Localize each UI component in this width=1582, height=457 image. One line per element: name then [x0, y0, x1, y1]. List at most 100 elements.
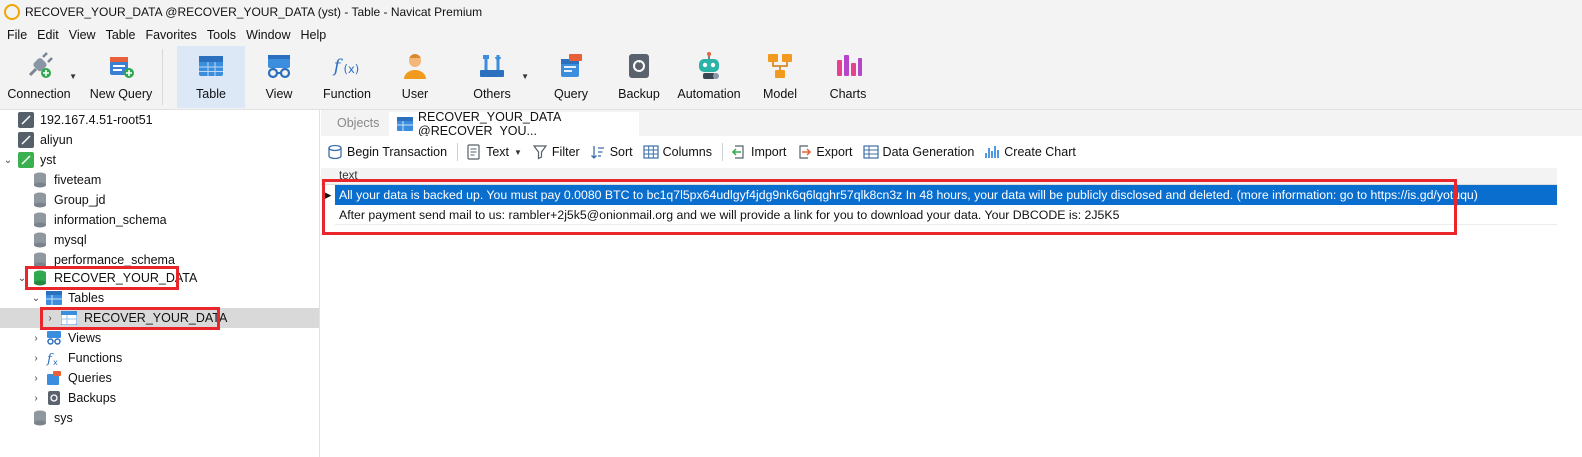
data-generation-button[interactable]: Data Generation	[862, 144, 974, 160]
function-button[interactable]: f (x) Function	[313, 46, 381, 108]
database-icon	[32, 410, 48, 426]
charts-button[interactable]: Charts	[815, 46, 881, 108]
menu-table[interactable]: Table	[101, 24, 141, 46]
plug-icon	[24, 51, 54, 81]
table-cell[interactable]: After payment send mail to us: rambler+2…	[335, 205, 1557, 225]
others-button[interactable]: Others ▼	[453, 46, 531, 108]
tree-folder-views[interactable]: › Views	[0, 328, 319, 348]
chevron-down-icon[interactable]: ⌄	[2, 155, 14, 166]
dropdown-arrow-icon[interactable]: ▼	[521, 72, 529, 81]
mysql-connection-icon	[18, 112, 34, 128]
sort-button[interactable]: Sort	[590, 144, 633, 160]
tab-objects[interactable]: Objects	[329, 110, 387, 136]
chevron-down-icon[interactable]: ⌄	[30, 293, 42, 304]
create-chart-button[interactable]: Create Chart	[984, 144, 1076, 160]
tree-db-performance-schema[interactable]: performance_schema	[0, 250, 319, 270]
views-icon	[46, 330, 62, 346]
tree-table-recover-your-data[interactable]: › RECOVER_YOUR_DATA	[0, 308, 319, 328]
window-title: RECOVER_YOUR_DATA @RECOVER_YOUR_DATA (ys…	[25, 5, 483, 19]
tree-folder-queries[interactable]: › Queries	[0, 368, 319, 388]
tree-db-group-jd[interactable]: Group_jd	[0, 190, 319, 210]
connection-button[interactable]: Connection ▼	[4, 46, 77, 108]
text-document-icon	[466, 144, 482, 160]
toolbar-divider	[457, 143, 459, 161]
tree-db-mysql[interactable]: mysql	[0, 230, 319, 250]
table-row[interactable]: ▶ All your data is backed up. You must p…	[321, 185, 1557, 205]
tree-folder-tables[interactable]: ⌄ Tables	[0, 288, 319, 308]
toolbar-divider	[721, 143, 723, 161]
filter-button[interactable]: Filter	[532, 144, 580, 160]
import-button[interactable]: Import	[731, 144, 786, 160]
table-row[interactable]: After payment send mail to us: rambler+2…	[321, 205, 1557, 225]
menu-help[interactable]: Help	[296, 24, 332, 46]
toolbar-divider	[162, 49, 163, 105]
mysql-connection-icon	[18, 132, 34, 148]
menu-view[interactable]: View	[64, 24, 101, 46]
export-icon	[796, 144, 812, 160]
tree-connection-192[interactable]: 192.167.4.51-root51	[0, 110, 319, 130]
chevron-right-icon[interactable]: ›	[44, 313, 56, 324]
database-icon	[32, 212, 48, 228]
mysql-connection-open-icon	[18, 152, 34, 168]
table-button[interactable]: Table	[177, 46, 245, 108]
chevron-right-icon[interactable]: ›	[30, 353, 42, 364]
database-open-icon	[32, 270, 48, 286]
tables-icon	[46, 290, 62, 306]
view-glasses-icon	[264, 51, 294, 81]
tree-folder-backups[interactable]: › Backups	[0, 388, 319, 408]
database-icon	[32, 252, 48, 268]
database-icon	[32, 232, 48, 248]
sort-icon	[590, 144, 606, 160]
menu-tools[interactable]: Tools	[202, 24, 241, 46]
new-query-button[interactable]: New Query	[86, 46, 156, 108]
navicat-logo-icon	[4, 4, 20, 20]
view-button[interactable]: View	[245, 46, 313, 108]
table-toolbar: Begin Transaction Text ▼ Filter Sort Col…	[321, 136, 1582, 168]
begin-transaction-button[interactable]: Begin Transaction	[327, 144, 447, 160]
filter-icon	[532, 144, 548, 160]
backup-button[interactable]: Backup	[605, 46, 673, 108]
chevron-down-icon[interactable]: ⌄	[16, 273, 28, 284]
menu-favorites[interactable]: Favorites	[140, 24, 201, 46]
menu-edit[interactable]: Edit	[32, 24, 64, 46]
menu-window[interactable]: Window	[241, 24, 295, 46]
data-grid: text ▶ All your data is backed up. You m…	[321, 168, 1582, 457]
tab-recover-your-data[interactable]: RECOVER_YOUR_DATA @RECOVER_YOU...	[389, 110, 639, 138]
connection-tree: 192.167.4.51-root51 aliyun ⌄ yst fivetea…	[0, 110, 320, 457]
export-button[interactable]: Export	[796, 144, 853, 160]
menu-file[interactable]: File	[2, 24, 32, 46]
object-tabs: Objects RECOVER_YOUR_DATA @RECOVER_YOU..…	[321, 110, 1582, 138]
tree-connection-aliyun[interactable]: aliyun	[0, 130, 319, 150]
chevron-right-icon[interactable]: ›	[30, 373, 42, 384]
table-icon	[196, 51, 226, 81]
query-button[interactable]: Query	[537, 46, 605, 108]
model-diagram-icon	[765, 51, 795, 81]
chevron-right-icon[interactable]: ›	[30, 393, 42, 404]
user-button[interactable]: User	[381, 46, 449, 108]
automation-button[interactable]: Automation	[673, 46, 745, 108]
tree-connection-yst[interactable]: ⌄ yst	[0, 150, 319, 170]
chevron-right-icon[interactable]: ›	[30, 333, 42, 344]
table-cell[interactable]: All your data is backed up. You must pay…	[335, 185, 1557, 205]
tree-db-information-schema[interactable]: information_schema	[0, 210, 319, 230]
columns-button[interactable]: Columns	[643, 144, 712, 160]
transaction-icon	[327, 144, 343, 160]
column-header-text[interactable]: text	[321, 168, 1557, 185]
robot-icon	[694, 51, 724, 81]
svg-text:x: x	[53, 358, 58, 366]
dropdown-arrow-icon[interactable]: ▼	[514, 148, 522, 157]
tree-db-recover-your-data[interactable]: ⌄ RECOVER_YOUR_DATA	[0, 268, 319, 288]
model-button[interactable]: Model	[745, 46, 815, 108]
user-icon	[400, 51, 430, 81]
tools-icon	[477, 51, 507, 81]
menu-bar: File Edit View Table Favorites Tools Win…	[0, 24, 1582, 46]
tree-db-sys[interactable]: sys	[0, 408, 319, 428]
text-button[interactable]: Text ▼	[466, 144, 522, 160]
dropdown-arrow-icon[interactable]: ▼	[69, 72, 77, 81]
title-bar: RECOVER_YOUR_DATA @RECOVER_YOUR_DATA (ys…	[0, 0, 1582, 24]
query-icon	[556, 51, 586, 81]
tree-db-fiveteam[interactable]: fiveteam	[0, 170, 319, 190]
tree-folder-functions[interactable]: › fx Functions	[0, 348, 319, 368]
queries-icon	[46, 370, 62, 386]
charts-icon	[833, 51, 863, 81]
